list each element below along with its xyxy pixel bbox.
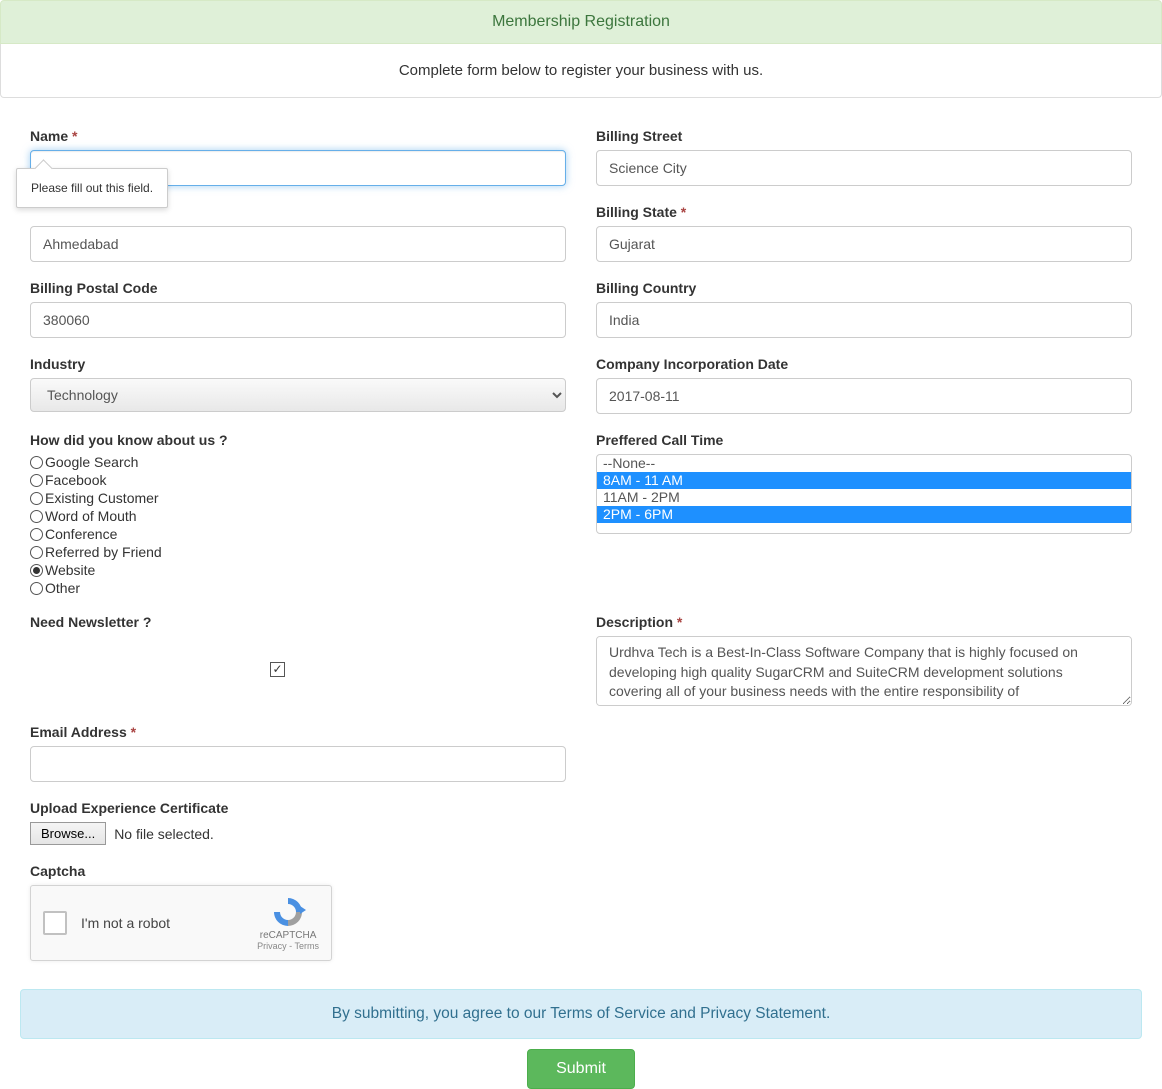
radio-icon xyxy=(30,474,43,487)
header-panel: Membership Registration xyxy=(0,0,1162,44)
billing-street-input[interactable] xyxy=(596,150,1132,186)
description-label: Description * xyxy=(596,614,1132,630)
radio-icon xyxy=(30,456,43,469)
call-time-option[interactable]: 8AM - 11 AM xyxy=(597,472,1131,489)
required-star: * xyxy=(681,204,686,220)
billing-state-label: Billing State * xyxy=(596,204,1132,220)
radio-icon xyxy=(30,492,43,505)
how-know-label: How did you know about us ? xyxy=(30,432,566,448)
incorp-date-label: Company Incorporation Date xyxy=(596,356,1132,372)
call-time-label: Preffered Call Time xyxy=(596,432,1132,448)
call-time-option[interactable]: 2PM - 6PM xyxy=(597,506,1131,523)
browse-button[interactable]: Browse... xyxy=(30,822,106,845)
radio-option[interactable]: Conference xyxy=(30,526,566,542)
radio-option[interactable]: Referred by Friend xyxy=(30,544,566,560)
billing-street-label: Billing Street xyxy=(596,128,1132,144)
billing-country-input[interactable] xyxy=(596,302,1132,338)
radio-option[interactable]: Other xyxy=(30,580,566,596)
radio-icon xyxy=(30,546,43,559)
billing-country-label: Billing Country xyxy=(596,280,1132,296)
radio-option[interactable]: Existing Customer xyxy=(30,490,566,506)
industry-select[interactable]: Technology xyxy=(30,378,566,412)
registration-form: Name * Please fill out this field. Billi… xyxy=(0,98,1162,979)
page-title: Membership Registration xyxy=(492,13,670,30)
newsletter-label: Need Newsletter ? xyxy=(30,614,566,630)
email-label: Email Address * xyxy=(30,724,566,740)
recaptcha-text: I'm not a robot xyxy=(81,915,257,931)
subtitle-panel: Complete form below to register your bus… xyxy=(0,44,1162,98)
recaptcha-links[interactable]: Privacy - Terms xyxy=(257,941,319,951)
industry-label: Industry xyxy=(30,356,566,372)
call-time-option[interactable]: 11AM - 2PM xyxy=(597,489,1131,506)
required-star: * xyxy=(677,614,682,630)
radio-option[interactable]: Facebook xyxy=(30,472,566,488)
file-status-text: No file selected. xyxy=(114,826,214,842)
newsletter-checkbox[interactable]: ✓ xyxy=(270,662,285,677)
description-textarea[interactable] xyxy=(596,636,1132,706)
name-label: Name * xyxy=(30,128,566,144)
recaptcha-checkbox[interactable] xyxy=(43,911,67,935)
radio-option-label: Existing Customer xyxy=(45,490,159,506)
how-know-radio-group: Google Search Facebook Existing Customer Wo… xyxy=(30,454,566,596)
subtitle-text: Complete form below to register your bus… xyxy=(399,62,763,79)
billing-postal-label: Billing Postal Code xyxy=(30,280,566,296)
radio-icon xyxy=(30,528,43,541)
radio-option-label: Facebook xyxy=(45,472,106,488)
consent-alert: By submitting, you agree to our Terms of… xyxy=(20,989,1142,1039)
radio-option[interactable]: Website xyxy=(30,562,566,578)
radio-option-label: Other xyxy=(45,580,80,596)
billing-city-input[interactable] xyxy=(30,226,566,262)
radio-icon xyxy=(30,582,43,595)
required-star: * xyxy=(72,128,77,144)
radio-option-label: Google Search xyxy=(45,454,138,470)
captcha-label: Captcha xyxy=(30,863,566,879)
upload-label: Upload Experience Certificate xyxy=(30,800,566,816)
required-star: * xyxy=(131,724,136,740)
recaptcha-widget: I'm not a robot reCAPTCHA Privacy - Term… xyxy=(30,885,332,961)
validation-tooltip: Please fill out this field. xyxy=(16,168,168,208)
billing-postal-input[interactable] xyxy=(30,302,566,338)
recaptcha-brand: reCAPTCHA xyxy=(257,930,319,941)
submit-button[interactable]: Submit xyxy=(527,1049,635,1089)
incorp-date-input[interactable] xyxy=(596,378,1132,414)
radio-option[interactable]: Google Search xyxy=(30,454,566,470)
radio-option[interactable]: Word of Mouth xyxy=(30,508,566,524)
radio-icon xyxy=(30,564,43,577)
call-time-select[interactable]: --None--8AM - 11 AM11AM - 2PM2PM - 6PM xyxy=(596,454,1132,534)
call-time-option[interactable]: --None-- xyxy=(597,455,1131,472)
radio-icon xyxy=(30,510,43,523)
radio-option-label: Referred by Friend xyxy=(45,544,162,560)
billing-state-input[interactable] xyxy=(596,226,1132,262)
radio-option-label: Word of Mouth xyxy=(45,508,137,524)
email-input[interactable] xyxy=(30,746,566,782)
check-icon: ✓ xyxy=(272,663,282,675)
radio-option-label: Conference xyxy=(45,526,117,542)
recaptcha-icon xyxy=(270,896,306,928)
radio-option-label: Website xyxy=(45,562,95,578)
